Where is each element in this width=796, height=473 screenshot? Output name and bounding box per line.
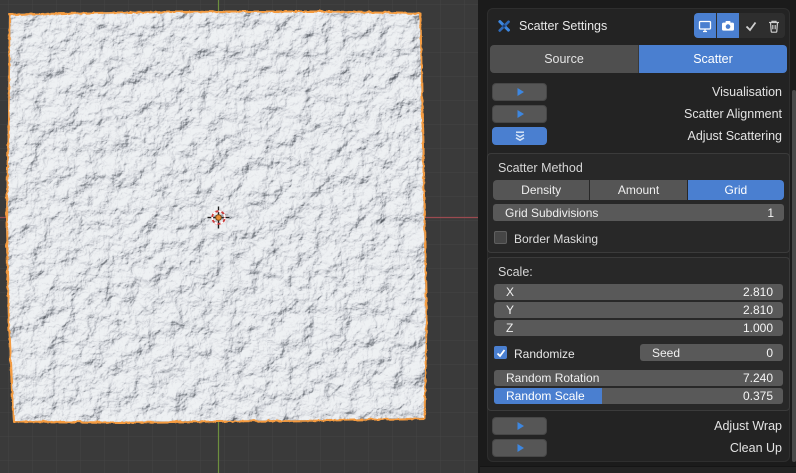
apply-check-icon[interactable] (740, 13, 762, 38)
clean-up-label: Clean Up (730, 439, 782, 457)
panel-scrollbar[interactable] (792, 90, 796, 462)
random-rotation-slider[interactable]: Random Rotation 7.240 (494, 370, 783, 386)
seed-slider[interactable]: Seed 0 (640, 344, 783, 361)
double-chevron-down-icon (514, 131, 526, 142)
grid-subdivisions-slider[interactable]: Grid Subdivisions 1 (493, 204, 784, 221)
seed-label: Seed (652, 344, 680, 361)
grid-subdivisions-label: Grid Subdivisions (505, 204, 598, 221)
scatter-alignment-expand-button[interactable] (492, 105, 547, 123)
adjust-wrap-expand-button[interactable] (492, 417, 547, 435)
adjust-wrap-row: Adjust Wrap (492, 417, 782, 435)
scatter-method-label: Scatter Method (498, 161, 583, 175)
random-rotation-label: Random Rotation (506, 370, 599, 386)
scale-z-value: 1.000 (743, 320, 773, 336)
scatter-alignment-row: Scatter Alignment (492, 105, 782, 123)
randomize-label: Randomize (514, 347, 575, 361)
app-window: Scatter Settings (0, 0, 796, 473)
clean-up-expand-button[interactable] (492, 439, 547, 457)
camera-toggle-icon[interactable] (717, 13, 739, 38)
viewport-3d[interactable] (0, 0, 478, 473)
delete-trash-icon[interactable] (763, 13, 785, 38)
scatter-settings-icon (496, 18, 512, 34)
random-scale-label: Random Scale (506, 388, 585, 404)
play-icon (515, 87, 525, 97)
scale-box: Scale: X 2.810 Y 2.810 Z 1.000 Randomize… (487, 257, 790, 411)
seed-value: 0 (766, 344, 773, 361)
scale-y-value: 2.810 (743, 302, 773, 318)
scatter-alignment-label: Scatter Alignment (684, 105, 782, 123)
grid-subdivisions-value: 1 (767, 204, 774, 221)
header-toggle-group (694, 13, 785, 38)
random-rotation-value: 7.240 (743, 370, 773, 386)
display-toggle-icon[interactable] (694, 13, 716, 38)
tab-scatter[interactable]: Scatter (639, 45, 787, 73)
random-scale-slider[interactable]: Random Scale 0.375 (494, 388, 783, 404)
scale-y-slider[interactable]: Y 2.810 (494, 302, 783, 318)
adjust-wrap-label: Adjust Wrap (714, 417, 782, 435)
random-scale-value: 0.375 (743, 388, 773, 404)
clean-up-row: Clean Up (492, 439, 782, 457)
scale-y-label: Y (506, 302, 514, 318)
method-option-grid[interactable]: Grid (688, 180, 784, 200)
adjust-scattering-label: Adjust Scattering (688, 127, 783, 145)
panel-bottom-strip (480, 466, 796, 473)
panel-title: Scatter Settings (519, 18, 607, 34)
check-icon (496, 348, 506, 358)
scale-x-slider[interactable]: X 2.810 (494, 284, 783, 300)
adjust-scattering-row: Adjust Scattering (492, 127, 782, 145)
randomize-checkbox[interactable] (494, 346, 507, 359)
method-option-density[interactable]: Density (493, 180, 589, 200)
play-icon (515, 109, 525, 119)
scale-x-value: 2.810 (743, 284, 773, 300)
scale-z-slider[interactable]: Z 1.000 (494, 320, 783, 336)
visualisation-row: Visualisation (492, 83, 782, 101)
scale-x-label: X (506, 284, 514, 300)
object-origin-dot (216, 215, 222, 221)
scale-label: Scale: (498, 265, 533, 279)
scatter-method-box: Scatter Method Density Amount Grid Grid … (487, 153, 790, 253)
panel-tabs: Source Scatter (490, 45, 787, 73)
play-icon (515, 421, 525, 431)
method-option-amount[interactable]: Amount (590, 180, 686, 200)
scatter-settings-panel: Scatter Settings (487, 8, 790, 462)
visualisation-expand-button[interactable] (492, 83, 547, 101)
scatter-method-segmented: Density Amount Grid (493, 180, 784, 200)
border-masking-checkbox[interactable] (494, 231, 507, 244)
scale-z-label: Z (506, 320, 513, 336)
adjust-scattering-collapse-button[interactable] (492, 127, 547, 145)
tab-source[interactable]: Source (490, 45, 639, 73)
visualisation-label: Visualisation (712, 83, 782, 101)
border-masking-label: Border Masking (514, 232, 598, 246)
play-icon (515, 443, 525, 453)
